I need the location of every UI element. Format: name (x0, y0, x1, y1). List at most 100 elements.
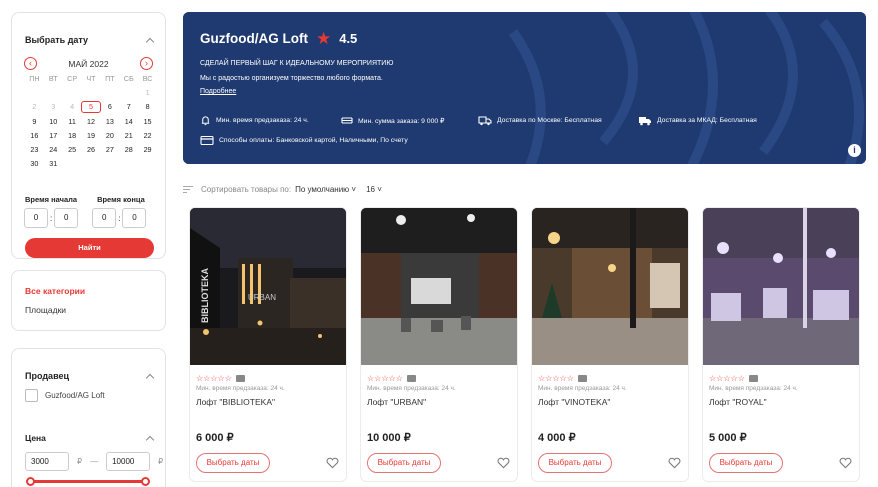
next-month-icon[interactable]: › (139, 57, 153, 70)
calendar-day[interactable]: 14 (119, 117, 138, 127)
choose-dates-button[interactable]: Выбрать даты (709, 453, 783, 473)
calendar-day[interactable]: 24 (44, 145, 63, 155)
price-max-input[interactable]: 10000 (106, 452, 151, 471)
calendar-day[interactable]: 26 (82, 145, 101, 155)
calendar-day[interactable]: 8 (138, 102, 157, 112)
heart-icon[interactable] (326, 457, 339, 469)
slider-max-handle[interactable] (141, 477, 150, 486)
heart-icon[interactable] (668, 457, 681, 469)
calendar-day: 3 (51, 102, 56, 112)
star-outline-icons: ☆☆☆☆☆ (709, 374, 745, 383)
chevron-up-icon[interactable] (145, 37, 155, 47)
star-outline-icons: ☆☆☆☆☆ (196, 374, 232, 383)
start-hour-input[interactable]: 0 (24, 208, 48, 228)
weekday-label: ЧТ (86, 74, 96, 83)
calendar-day[interactable]: 22 (138, 131, 157, 141)
price-header[interactable]: Цена (25, 433, 155, 445)
calendar-day: 1 (145, 88, 150, 98)
date-filter-header[interactable]: Выбрать дату (25, 35, 155, 47)
mkad-delivery-text: Доставка за МКАД: Бесплатная (657, 117, 757, 124)
calendar-day[interactable]: 15 (138, 117, 157, 127)
truck-icon (478, 116, 492, 126)
sort-select[interactable]: По умолчанию ˅ (295, 185, 356, 194)
calendar-day[interactable]: 12 (82, 117, 101, 127)
money-stack-icon (341, 117, 353, 124)
calendar-grid: ПН ВТ СР ЧТ ПТ СБ ВС 1 2 3 4 5 6 7 8 9 10 11 12 13 14 15 16 17 1… (25, 74, 157, 169)
seller-header[interactable]: Продавец (25, 371, 155, 383)
calendar-day[interactable]: 31 (44, 159, 63, 169)
choose-dates-button[interactable]: Выбрать даты (538, 453, 612, 473)
product-image[interactable]: BIBLIOTEKA URBAN (190, 208, 346, 365)
calendar-day[interactable]: 29 (138, 145, 157, 155)
find-button[interactable]: Найти (25, 238, 154, 258)
calendar-day[interactable]: 21 (119, 131, 138, 141)
moscow-delivery-text: Доставка по Москве: Бесплатная (497, 117, 602, 124)
calendar-day[interactable]: 11 (63, 117, 82, 127)
product-card[interactable]: ☆☆☆☆☆ Мин. время предзаказа: 24 ч. Лофт … (360, 207, 518, 482)
calendar-day[interactable]: 13 (100, 117, 119, 127)
product-image[interactable] (361, 208, 517, 365)
product-lead-time: Мин. время предзаказа: 24 ч. (709, 385, 798, 392)
product-card[interactable]: ☆☆☆☆☆ Мин. время предзаказа: 24 ч. Лофт … (531, 207, 689, 482)
calendar-day[interactable]: 28 (119, 145, 138, 155)
calendar-day[interactable]: 5 (80, 101, 102, 114)
slider-min-handle[interactable] (26, 477, 35, 486)
product-name[interactable]: Лофт "BIBLIOTEKA" (196, 397, 275, 407)
min-order-info: Мин. сумма заказа: 9 000 ₽ (341, 115, 444, 126)
seller-rating: 4.5 (339, 31, 358, 46)
product-name[interactable]: Лофт "VINOTEKA" (538, 397, 610, 407)
product-card[interactable]: BIBLIOTEKA URBAN ☆☆☆☆☆ Мин. время предза… (189, 207, 347, 482)
calendar-day[interactable]: 27 (100, 145, 119, 155)
heart-icon[interactable] (497, 457, 510, 469)
seller-checkbox[interactable] (25, 389, 38, 402)
payment-text: Способы оплаты: Банковской картой, Налич… (219, 137, 408, 144)
date-filter-card: Выбрать дату ‹ МАЙ 2022 › ПН ВТ СР ЧТ ПТ СБ ВС… (11, 12, 166, 259)
calendar-day[interactable]: 17 (44, 131, 63, 141)
sort-icon (183, 186, 193, 193)
calendar-day[interactable]: 30 (25, 159, 44, 169)
more-link[interactable]: Подробнее (200, 88, 236, 95)
calendar-day[interactable]: 18 (63, 131, 82, 141)
rating-stars: ☆☆☆☆☆ (196, 374, 245, 383)
product-price: 10 000 ₽ (367, 432, 411, 444)
chevron-up-icon[interactable] (145, 373, 155, 383)
calendar-day[interactable]: 20 (100, 131, 119, 141)
product-card[interactable]: ☆☆☆☆☆ Мин. время предзаказа: 24 ч. Лофт … (702, 207, 860, 482)
category-item-venues[interactable]: Площадки (25, 305, 66, 315)
seller-option[interactable]: Guzfood/AG Loft (25, 389, 105, 402)
seller-title: Продавец (25, 371, 70, 381)
end-minute-input[interactable]: 0 (122, 208, 147, 228)
categories-card: Все категории Площадки (11, 270, 166, 331)
price-slider[interactable] (26, 477, 150, 486)
calendar-day[interactable]: 7 (119, 102, 138, 112)
bell-icon (201, 116, 210, 126)
calendar-day[interactable]: 23 (25, 145, 44, 155)
chevron-up-icon[interactable] (145, 435, 155, 445)
weekday-label: ПН (29, 74, 40, 83)
product-name[interactable]: Лофт "URBAN" (367, 397, 426, 407)
product-name[interactable]: Лофт "ROYAL" (709, 397, 767, 407)
calendar-day[interactable]: 25 (63, 145, 82, 155)
seller-filter-card: Продавец Guzfood/AG Loft Цена 3000 ₽ — 1… (11, 348, 166, 487)
info-icon[interactable]: i (848, 144, 861, 157)
choose-dates-button[interactable]: Выбрать даты (367, 453, 441, 473)
prev-month-icon[interactable]: ‹ (24, 57, 37, 70)
calendar-day[interactable]: 16 (25, 131, 44, 141)
per-page-select[interactable]: 16 ˅ (366, 185, 382, 194)
calendar-day[interactable]: 9 (25, 117, 44, 127)
heart-icon[interactable] (839, 457, 852, 469)
end-hour-input[interactable]: 0 (92, 208, 117, 228)
choose-dates-button[interactable]: Выбрать даты (196, 453, 270, 473)
price-min-input[interactable]: 3000 (25, 452, 69, 471)
product-image[interactable] (532, 208, 688, 365)
chevron-down-icon: ˅ (377, 185, 382, 194)
rating-stars: ☆☆☆☆☆ (538, 374, 587, 383)
calendar-day[interactable]: 6 (100, 102, 119, 112)
start-time-label: Время начала (25, 195, 78, 204)
all-categories-link[interactable]: Все категории (25, 286, 85, 296)
product-image[interactable] (703, 208, 859, 365)
calendar-day[interactable]: 10 (44, 117, 63, 127)
end-time-label: Время конца (97, 195, 145, 204)
start-minute-input[interactable]: 0 (54, 208, 79, 228)
calendar-day[interactable]: 19 (82, 131, 101, 141)
